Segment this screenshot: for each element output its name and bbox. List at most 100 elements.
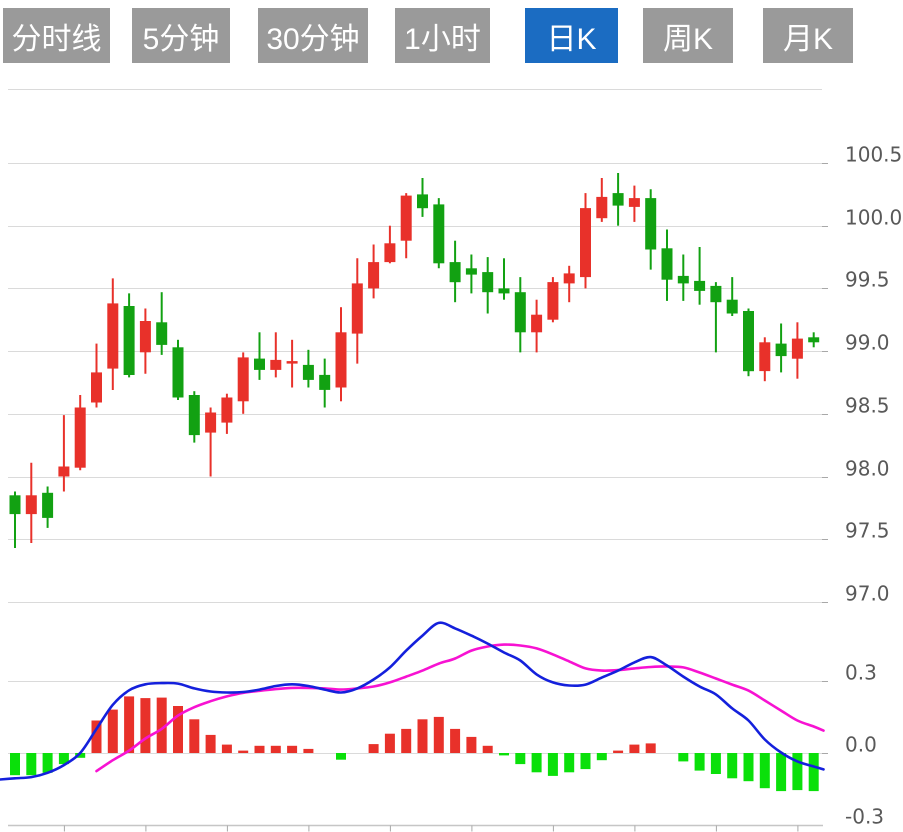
candle-body — [417, 194, 428, 208]
candle-body — [629, 198, 640, 207]
macd-hist-bar — [189, 719, 199, 753]
candle-body — [531, 315, 542, 333]
macd-hist-bar — [401, 729, 411, 753]
macd-hist-bar — [385, 734, 395, 753]
candle-body — [238, 357, 249, 401]
macd-hist-bar — [581, 753, 591, 769]
macd-axis-label: -0.3 — [845, 805, 884, 829]
macd-hist-bar — [629, 745, 639, 753]
tab-daily-k[interactable]: 日K — [525, 8, 618, 63]
price-axis-label: 98.5 — [845, 394, 890, 418]
macd-hist-bar — [695, 753, 705, 771]
candle-body — [482, 272, 493, 292]
macd-hist-bar — [206, 735, 216, 753]
candle-body — [336, 332, 347, 387]
macd-hist-bar — [646, 743, 656, 753]
candle-body — [10, 495, 21, 514]
macd-hist-bar — [776, 753, 786, 791]
candle-body — [26, 495, 37, 514]
kline-chart[interactable]: 100.5100.099.599.098.598.097.597.00.30.0… — [0, 0, 903, 832]
candle-body — [433, 204, 444, 263]
tab-weekly-k[interactable]: 周K — [643, 8, 733, 63]
candle-body — [303, 365, 314, 380]
candle-body — [564, 273, 575, 283]
macd-hist-bar — [10, 753, 20, 775]
candle-body — [727, 300, 738, 314]
candle-body — [91, 372, 102, 402]
candle-body — [662, 248, 673, 279]
macd-hist-bar — [466, 737, 476, 753]
candle-body — [173, 347, 184, 397]
macd-hist-bar — [809, 753, 819, 791]
macd-hist-bar — [564, 753, 574, 772]
candle-body — [352, 283, 363, 333]
candle-body — [156, 322, 167, 345]
candle-body — [547, 282, 558, 320]
candle-body — [776, 344, 787, 357]
candle-body — [499, 288, 510, 293]
tab-monthly-k[interactable]: 月K — [763, 8, 853, 63]
macd-hist-bar — [238, 751, 248, 753]
candle-body — [596, 197, 607, 218]
macd-hist-bar — [434, 717, 444, 753]
price-axis-label: 99.5 — [845, 268, 890, 292]
candle-body — [124, 306, 135, 375]
macd-hist-bar — [483, 746, 493, 753]
macd-axis-label: 0.0 — [845, 733, 877, 757]
candle-body — [645, 198, 656, 249]
candle-body — [678, 276, 689, 284]
candle-body — [140, 321, 151, 352]
macd-hist-bar — [336, 753, 346, 760]
candle-body — [759, 342, 770, 371]
macd-hist-bar — [222, 745, 232, 753]
price-axis-label: 100.0 — [845, 206, 902, 230]
macd-hist-bar — [499, 753, 509, 755]
macd-hist-bar — [613, 751, 623, 753]
candle-body — [694, 281, 705, 291]
price-axis-label: 97.0 — [845, 582, 890, 606]
macd-hist-bar — [711, 753, 721, 774]
macd-hist-bar — [532, 753, 542, 772]
macd-hist-bar — [303, 749, 313, 753]
candle-body — [254, 359, 265, 370]
tab-time-line[interactable]: 分时线 — [3, 8, 110, 63]
macd-hist-bar — [255, 746, 265, 753]
candle-body — [189, 395, 200, 435]
tab-30min[interactable]: 30分钟 — [258, 8, 368, 63]
macd-hist-bar — [450, 729, 460, 753]
candle-body — [808, 337, 819, 342]
macd-hist-bar — [744, 753, 754, 781]
candle-body — [287, 361, 298, 364]
macd-hist-bar — [418, 719, 428, 753]
candle-body — [743, 311, 754, 371]
macd-hist-bar — [597, 753, 607, 760]
candle-body — [205, 413, 216, 433]
candle-body — [75, 408, 86, 468]
macd-hist-bar — [548, 753, 558, 776]
candle-body — [450, 262, 461, 282]
macd-hist-bar — [678, 753, 688, 761]
candle-body — [710, 286, 721, 302]
macd-hist-bar — [26, 753, 36, 775]
interval-tabbar: 分时线 5分钟 30分钟 1小时日K 周K 月K — [0, 8, 853, 63]
price-axis-label: 98.0 — [845, 457, 890, 481]
tab-1hour[interactable]: 1小时 — [395, 8, 490, 63]
macd-hist-bar — [287, 746, 297, 753]
macd-hist-bar — [760, 753, 770, 788]
macd-axis-label: 0.3 — [845, 661, 877, 685]
candle-body — [107, 303, 118, 368]
macd-hist-bar — [108, 710, 118, 753]
candle-body — [368, 262, 379, 288]
candle-body — [42, 493, 53, 518]
price-axis-label: 97.5 — [845, 519, 890, 543]
macd-hist-bar — [727, 753, 737, 778]
candle-body — [384, 243, 395, 262]
macd-hist-bar — [271, 746, 281, 753]
tab-5min[interactable]: 5分钟 — [132, 8, 230, 63]
candle-body — [515, 292, 526, 332]
candle-body — [401, 196, 412, 241]
macd-hist-bar — [43, 753, 53, 773]
candle-body — [466, 268, 477, 274]
candle-body — [319, 375, 330, 390]
candle-body — [613, 193, 624, 206]
